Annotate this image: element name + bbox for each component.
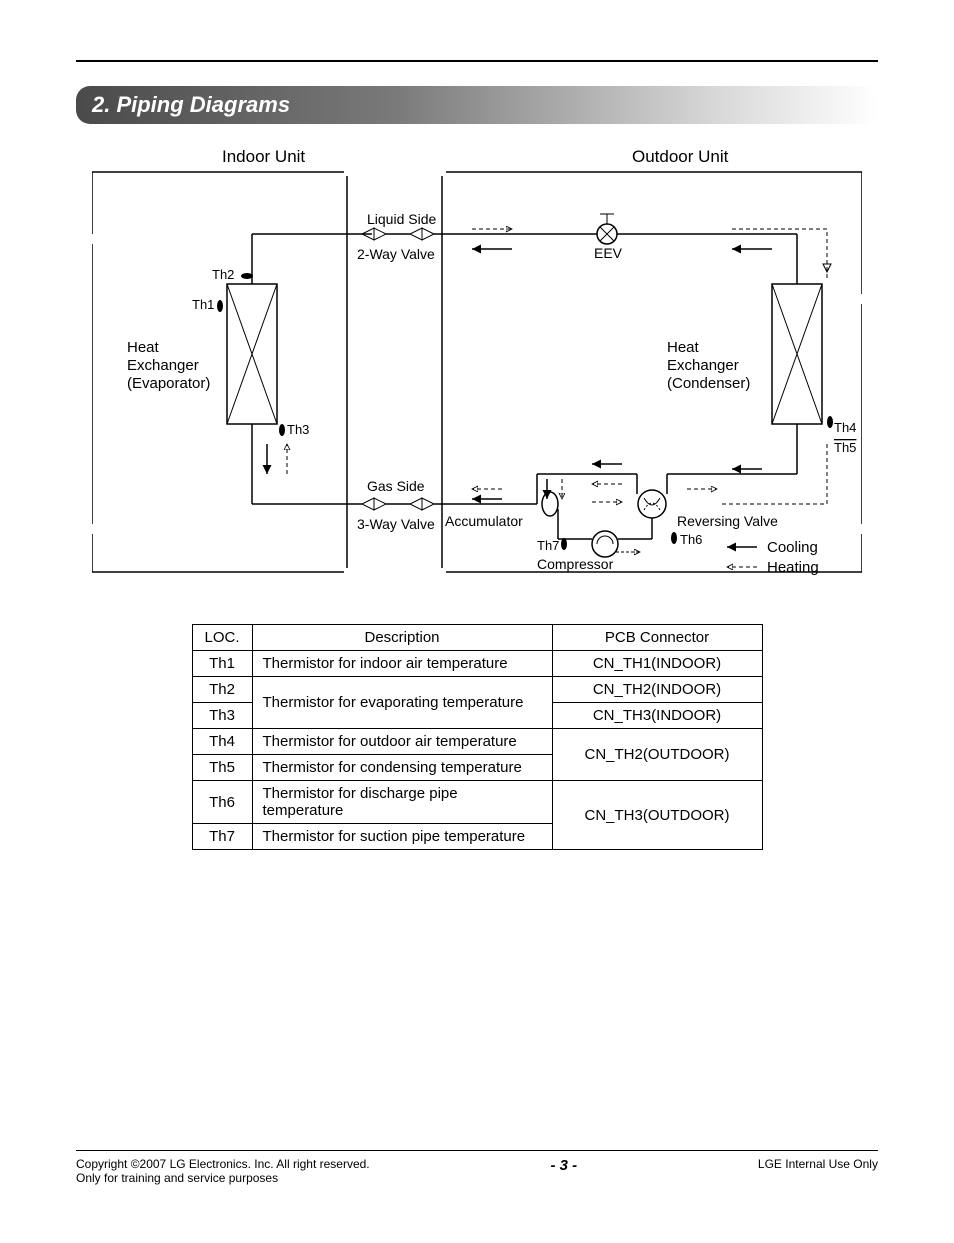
svg-text:(Condenser): (Condenser) [667, 375, 750, 392]
label-th6: Th6 [680, 532, 702, 547]
label-reversing-valve: Reversing Valve [677, 513, 778, 529]
label-liquid-side: Liquid Side [367, 211, 436, 227]
page-footer: Copyright ©2007 LG Electronics. Inc. All… [76, 1157, 878, 1185]
accumulator-icon [542, 492, 558, 516]
footer-note: Only for training and service purposes [76, 1171, 370, 1185]
legend-heating: Heating [767, 559, 819, 576]
th-pcb: PCB Connector [552, 625, 762, 651]
label-accumulator: Accumulator [445, 513, 523, 529]
eev-icon [597, 214, 617, 244]
label-gas-side: Gas Side [367, 478, 425, 494]
label-eev: EEV [594, 245, 623, 261]
footer-copyright: Copyright ©2007 LG Electronics. Inc. All… [76, 1157, 370, 1171]
label-th7: Th7 [537, 538, 559, 553]
table-row: Th6 Thermistor for discharge pipe temper… [192, 781, 762, 824]
label-th5: Th5 [834, 440, 856, 455]
page-number: - 3 - [550, 1157, 577, 1174]
label-th1: Th1 [192, 297, 214, 312]
label-th4: Th4 [834, 420, 856, 435]
svg-text:Exchanger: Exchanger [127, 357, 199, 374]
label-th2: Th2 [212, 267, 234, 282]
table-row: Th2 Thermistor for evaporating temperatu… [192, 677, 762, 703]
footer-right: LGE Internal Use Only [758, 1157, 878, 1171]
th-loc: LOC. [192, 625, 252, 651]
table-row: Th1 Thermistor for indoor air temperatur… [192, 651, 762, 677]
compressor-icon [592, 531, 618, 557]
svg-text:Exchanger: Exchanger [667, 357, 739, 374]
svg-text:(Evaporator): (Evaporator) [127, 375, 210, 392]
legend-cooling: Cooling [767, 539, 818, 556]
label-2way-valve: 2-Way Valve [357, 246, 435, 262]
th-desc: Description [252, 625, 552, 651]
section-title: 2. Piping Diagrams [76, 86, 878, 124]
label-evaporator: Heat [127, 339, 160, 356]
label-3way-valve: 3-Way Valve [357, 516, 435, 532]
table-header-row: LOC. Description PCB Connector [192, 625, 762, 651]
table-row: Th4 Thermistor for outdoor air temperatu… [192, 729, 762, 755]
label-outdoor-unit: Outdoor Unit [632, 147, 729, 166]
reversing-valve-icon [638, 490, 666, 518]
thermistor-table: LOC. Description PCB Connector Th1 Therm… [192, 624, 763, 850]
label-th3: Th3 [287, 422, 309, 437]
label-condenser: Heat [667, 339, 700, 356]
label-indoor-unit: Indoor Unit [222, 147, 305, 166]
label-compressor: Compressor [537, 556, 614, 572]
piping-diagram: Indoor Unit Outdoor Unit Heat Exchanger … [76, 144, 878, 584]
